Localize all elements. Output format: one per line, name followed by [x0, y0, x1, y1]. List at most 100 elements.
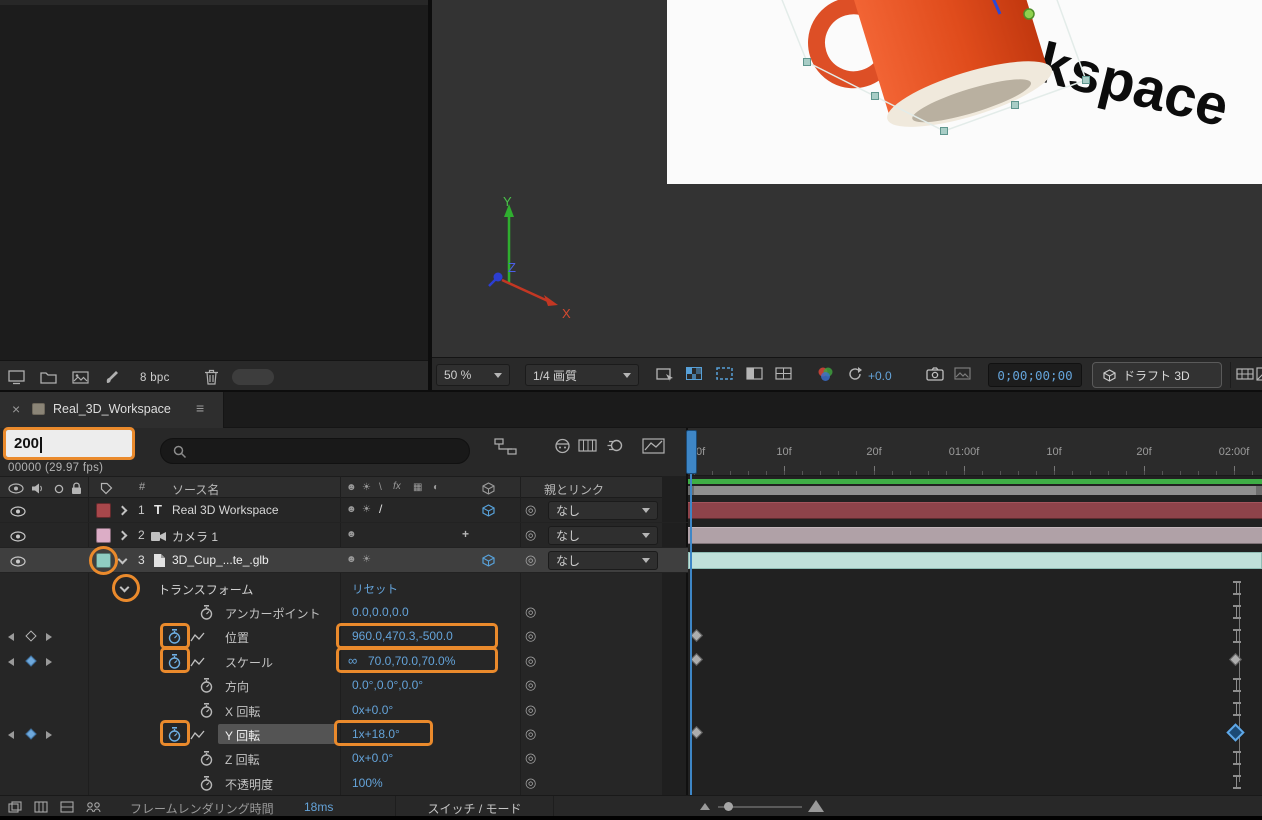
layer-name[interactable]: 3D_Cup_...te_.glb — [172, 553, 269, 567]
zoom-select[interactable]: 50 % — [436, 364, 510, 386]
transform-group-row[interactable]: トランスフォーム リセット — [0, 576, 688, 600]
pickwhip-icon[interactable]: ◎ — [525, 678, 536, 692]
exposure-value[interactable]: +0.0 — [868, 369, 892, 383]
cube-3d-switch-icon[interactable] — [482, 504, 495, 517]
property-row-scale[interactable]: スケール ∞ 70.0,70.0,70.0% ◎ — [0, 649, 688, 673]
shy-guy-icon[interactable] — [554, 437, 571, 454]
layer-name[interactable]: Real 3D Workspace — [172, 503, 279, 517]
transform-group-label[interactable]: トランスフォーム — [158, 581, 253, 598]
show-snapshot-icon[interactable] — [954, 367, 971, 380]
property-row-x-rotation[interactable]: X 回転 0x+0.0° ◎ — [0, 698, 688, 722]
layer-row-3[interactable]: 3 3D_Cup_...te_.glb ☻ ☀ ◎ なし — [0, 548, 688, 573]
layer-bar-1[interactable] — [688, 502, 1262, 519]
quality-switch-icon[interactable]: / — [379, 502, 382, 516]
search-input[interactable] — [160, 438, 470, 464]
tab-close-icon[interactable]: × — [12, 401, 20, 417]
next-keyframe-icon[interactable] — [46, 658, 52, 666]
prev-keyframe-icon[interactable] — [8, 633, 14, 641]
property-value[interactable]: 0x+0.0° — [352, 703, 393, 717]
pickwhip-icon[interactable]: ◎ — [525, 727, 536, 741]
cube-3d-switch-icon[interactable] — [482, 554, 495, 567]
channel-settings-icon[interactable] — [816, 365, 835, 383]
label-color-swatch[interactable] — [96, 553, 111, 568]
folder-icon[interactable] — [40, 371, 57, 384]
camera-option-icon[interactable]: + — [462, 527, 469, 541]
next-keyframe-icon[interactable] — [46, 633, 52, 641]
eye-icon[interactable] — [10, 506, 26, 517]
property-row-opacity[interactable]: 不透明度 100% ◎ — [0, 771, 688, 795]
label-color-swatch[interactable] — [96, 503, 111, 518]
composition-canvas[interactable]: kspace — [667, 0, 1262, 184]
prev-keyframe-icon[interactable] — [8, 658, 14, 666]
layer-bar-2[interactable] — [688, 527, 1262, 544]
monitor-icon[interactable] — [8, 370, 26, 385]
next-keyframe-icon[interactable] — [46, 731, 52, 739]
renderer-icon[interactable] — [1256, 367, 1262, 381]
property-value[interactable]: 0x+0.0° — [352, 751, 393, 765]
pickwhip-icon[interactable]: ◎ — [525, 751, 536, 765]
guides-grid-icon[interactable] — [775, 367, 792, 380]
view-layout-icon[interactable] — [656, 367, 674, 382]
stopwatch-icon[interactable] — [199, 775, 214, 792]
pickwhip-icon[interactable]: ◎ — [525, 776, 536, 790]
stopwatch-icon[interactable] — [167, 653, 182, 670]
property-row-orientation[interactable]: 方向 0.0°,0.0°,0.0° ◎ — [0, 673, 688, 697]
ground-plane-icon[interactable] — [1236, 367, 1254, 381]
stopwatch-icon[interactable] — [199, 750, 214, 767]
stopwatch-icon[interactable] — [199, 604, 214, 621]
property-value[interactable]: 0.0,0.0,0.0 — [352, 605, 409, 619]
property-label[interactable]: 不透明度 — [225, 776, 273, 793]
mask-visibility-icon[interactable] — [746, 367, 763, 380]
playhead-handle[interactable] — [686, 430, 697, 474]
stopwatch-icon[interactable] — [199, 702, 214, 719]
layer-row-1[interactable]: 1 T Real 3D Workspace ☻ ☀ / ◎ なし — [0, 498, 688, 523]
eye-icon[interactable] — [10, 556, 26, 567]
stopwatch-icon[interactable] — [167, 628, 182, 645]
image-icon[interactable] — [72, 371, 89, 384]
world-axis-gizmo[interactable]: Y X Z — [482, 192, 592, 327]
layer-row-2[interactable]: 2 カメラ 1 ☻ + ◎ なし — [0, 523, 688, 548]
property-value[interactable]: 960.0,470.3,-500.0 — [352, 629, 453, 643]
collapse-switch-icon[interactable]: ☀ — [362, 504, 371, 516]
stopwatch-icon[interactable] — [167, 726, 182, 743]
eye-icon[interactable] — [10, 531, 26, 542]
pickwhip-icon[interactable]: ◎ — [525, 703, 536, 717]
layer-number[interactable]: 3 — [138, 553, 145, 567]
expand-chevron-icon[interactable] — [117, 530, 128, 541]
graph-include-icon[interactable] — [190, 632, 205, 643]
graph-editor-icon[interactable] — [642, 438, 665, 454]
source-name-column-header[interactable]: ソース名 — [172, 481, 219, 498]
keyframe-toggle-icon[interactable] — [25, 728, 37, 740]
property-label[interactable]: Z 回転 — [225, 751, 260, 768]
reset-link[interactable]: リセット — [352, 581, 398, 597]
graph-include-icon[interactable] — [190, 730, 205, 741]
pickwhip-icon[interactable]: ◎ — [525, 553, 536, 567]
expand-chevron-icon[interactable] — [117, 505, 128, 516]
viewer-timecode[interactable]: 0;00;00;00 — [988, 363, 1082, 387]
comp-mini-flow-icon[interactable] — [8, 801, 22, 813]
property-label[interactable]: X 回転 — [225, 703, 260, 720]
work-area-end-handle[interactable] — [1256, 486, 1262, 495]
pickwhip-icon[interactable]: ◎ — [525, 654, 536, 668]
trash-icon[interactable] — [204, 369, 219, 385]
shy-switch-icon[interactable]: ☻ — [346, 554, 357, 566]
playhead-line[interactable] — [690, 474, 692, 795]
pickwhip-icon[interactable]: ◎ — [525, 528, 536, 542]
property-value[interactable]: 1x+18.0° — [352, 727, 400, 741]
parent-select[interactable]: なし — [548, 551, 658, 570]
pickwhip-icon[interactable]: ◎ — [525, 605, 536, 619]
property-row-position[interactable]: 位置 960.0,470.3,-500.0 ◎ — [0, 624, 688, 649]
tab-menu-icon[interactable]: ≡ — [196, 400, 204, 416]
property-label[interactable]: 位置 — [225, 629, 249, 646]
zoom-in-mountain-icon[interactable] — [808, 800, 824, 812]
label-color-swatch[interactable] — [96, 528, 111, 543]
shy-switch-icon[interactable]: ☻ — [346, 529, 357, 541]
property-value[interactable]: 100% — [352, 776, 383, 790]
frame-blend-icon[interactable] — [578, 438, 597, 453]
timeline-graph-bg[interactable] — [688, 476, 1262, 795]
transparency-grid-icon[interactable] — [686, 367, 702, 380]
property-row-anchor[interactable]: アンカーポイント 0.0,0.0,0.0 ◎ — [0, 600, 688, 624]
parent-select[interactable]: なし — [548, 526, 658, 545]
property-label[interactable]: アンカーポイント — [225, 605, 321, 622]
expand-chevron-icon[interactable] — [119, 582, 130, 593]
